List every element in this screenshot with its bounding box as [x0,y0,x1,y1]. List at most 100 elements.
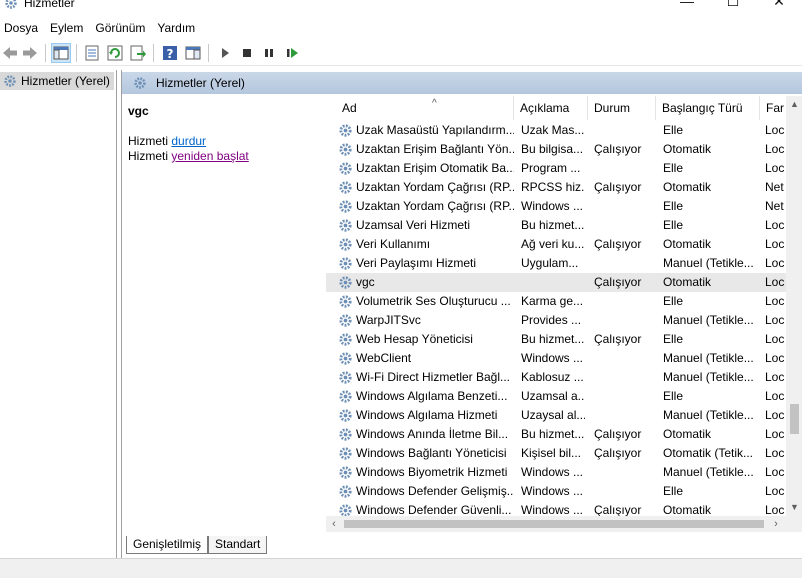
cell-name: Veri Kullanımı [338,235,514,254]
menu-file[interactable]: Dosya [0,18,44,38]
vertical-scrollbar[interactable]: ▲ ▼ [786,96,802,516]
cell-logon-as: Loc [765,370,785,384]
stop-icon[interactable] [238,44,256,62]
cell-name: Windows Algılama Hizmeti [338,406,514,425]
cell-name: Windows Biyometrik Hizmeti [338,463,514,482]
start-icon[interactable] [216,44,234,62]
description-panel: vgc Hizmeti durdur Hizmeti yeniden başla… [122,96,326,532]
cell-startup-type: Otomatik [663,237,712,251]
cell-name: Volumetrik Ses Oluşturucu ... [338,292,514,311]
cell-description [517,273,585,292]
tab-extended[interactable]: Genişletilmiş [126,536,209,554]
cell-description: Windows ... [521,199,584,213]
service-name: Windows Defender Gelişmiş... [356,484,514,498]
cell-logon-as: Loc [765,256,785,270]
console-tree-icon[interactable] [51,43,71,63]
table-row[interactable]: Windows Algılama Benzeti... Uzamsal a... E… [326,387,786,406]
help-icon[interactable]: ? [161,44,179,62]
service-gear-icon [338,370,353,385]
cell-logon-as: Loc [765,142,785,156]
table-row[interactable]: Uzak Masaüstü Yapılandırm... Uzak Mas... E… [326,121,786,140]
column-header-logon[interactable]: Far [760,96,786,120]
pane-header-title: Hizmetler (Yerel) [156,76,245,90]
table-row[interactable]: Wi-Fi Direct Hizmetler Bağl... Kablosuz .… [326,368,786,387]
table-row[interactable]: Uzaktan Yordam Çağrısı (RP... RPCSS hiz..… [326,178,786,197]
pause-icon[interactable] [260,44,278,62]
console-tree: Hizmetler (Yerel) [0,70,117,558]
cell-name: WarpJITSvc [338,311,514,330]
table-row[interactable]: Veri Kullanımı Ağ veri ku... Çalışıyor Otom… [326,235,786,254]
list-header: Ad ^ Açıklama Durum Başlangıç Türü Far [326,96,802,120]
window-title: Hizmetler [24,0,75,10]
menu-action[interactable]: Eylem [44,18,89,38]
list-rows: Uzak Masaüstü Yapılandırm... Uzak Mas... E… [326,121,786,520]
properties-icon[interactable] [83,44,101,62]
cell-logon-as: Loc [765,465,785,479]
cell-startup-type: Elle [663,199,684,213]
cell-logon-as: Loc [765,484,785,498]
menu-view[interactable]: Görünüm [89,18,151,38]
back-arrow-icon[interactable] [1,44,19,62]
table-row[interactable]: Windows Biyometrik Hizmeti Windows ... Man… [326,463,786,482]
show-hide-pane-icon[interactable] [184,44,202,62]
vertical-scroll-thumb[interactable] [790,404,799,434]
table-row[interactable]: WebClient Windows ... Manuel (Tetikle... Lo… [326,349,786,368]
table-row[interactable]: WarpJITSvc Provides ... Manuel (Tetikle...… [326,311,786,330]
cell-startup-type: Elle [663,123,684,137]
restart-service-link[interactable]: yeniden başlat [171,149,248,163]
cell-status [590,387,654,406]
table-row[interactable]: Uzaktan Yordam Çağrısı (RP... Windows ...… [326,197,786,216]
maximize-button[interactable]: ☐ [710,0,756,12]
cell-status [590,121,654,140]
scroll-down-arrow-icon[interactable]: ▼ [786,499,802,516]
stop-service-link[interactable]: durdur [171,134,206,148]
tree-node-services-local[interactable]: Hizmetler (Yerel) [0,72,114,90]
table-row[interactable]: Volumetrik Ses Oluşturucu ... Karma ge...… [326,292,786,311]
service-gear-icon [338,256,353,271]
horizontal-scrollbar[interactable]: ‹ › [326,516,786,532]
cell-startup-type: Otomatik [663,180,712,194]
refresh-icon[interactable] [106,44,124,62]
resume-icon[interactable] [283,44,301,62]
table-row[interactable]: Uzaktan Erişim Otomatik Ba... Program ...… [326,159,786,178]
scroll-right-arrow-icon[interactable]: › [768,516,784,532]
horizontal-scroll-thumb[interactable] [344,520,764,528]
gear-icon [5,0,17,9]
cell-logon-as: Net [765,180,784,194]
column-header-name[interactable]: Ad ^ [336,96,514,120]
table-row[interactable]: Windows Bağlantı Yöneticisi Kişisel bil..… [326,444,786,463]
export-list-icon[interactable] [129,44,147,62]
table-row[interactable]: Uzaktan Erişim Bağlantı Yön... Bu bilgisa… [326,140,786,159]
table-row[interactable]: Windows Anında İletme Bil... Bu hizmet...… [326,425,786,444]
service-name: Web Hesap Yöneticisi [356,332,473,346]
forward-arrow-icon[interactable] [21,44,39,62]
service-gear-icon [338,161,353,176]
cell-name: WebClient [338,349,514,368]
close-button[interactable]: ✕ [756,0,802,12]
service-name: vgc [356,275,375,289]
column-header-startup-type[interactable]: Başlangıç Türü [656,96,760,120]
scroll-up-arrow-icon[interactable]: ▲ [786,96,802,113]
cell-status [590,368,654,387]
table-row[interactable]: Uzamsal Veri Hizmeti Bu hizmet... Elle Loc [326,216,786,235]
table-row[interactable]: vgc Çalışıyor Otomatik Loc [326,273,786,292]
cell-logon-as: Net [765,199,784,213]
scroll-left-arrow-icon[interactable]: ‹ [326,516,342,532]
cell-status [590,254,654,273]
cell-status: Çalışıyor [594,446,642,460]
service-gear-icon [338,180,353,195]
tab-standard[interactable]: Standart [208,536,268,554]
table-row[interactable]: Windows Defender Gelişmiş... Windows ... E… [326,482,786,501]
table-row[interactable]: Web Hesap Yöneticisi Bu hizmet... Çalışıyo… [326,330,786,349]
service-name: Veri Kullanımı [356,237,431,251]
menu-help[interactable]: Yardım [151,18,201,38]
service-name: WarpJITSvc [356,313,421,327]
column-header-status[interactable]: Durum [588,96,656,120]
table-row[interactable]: Veri Paylaşımı Hizmeti Uygulam... Manuel (… [326,254,786,273]
main-pane: Hizmetler (Yerel) vgc Hizmeti durdur Hiz… [121,70,802,558]
service-name: Windows Algılama Benzeti... [356,389,508,403]
column-header-description[interactable]: Açıklama [514,96,588,120]
tree-node-label: Hizmetler (Yerel) [21,74,110,88]
minimize-button[interactable]: — [664,0,710,12]
table-row[interactable]: Windows Algılama Hizmeti Uzaysal al... Man… [326,406,786,425]
